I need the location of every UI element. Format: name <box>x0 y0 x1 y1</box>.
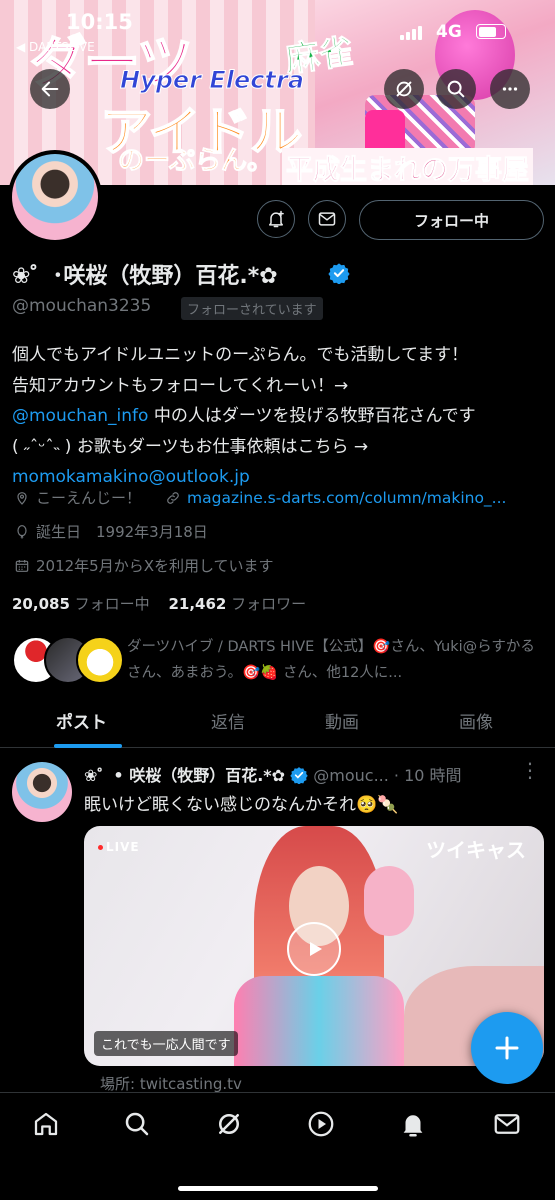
battery-icon <box>476 24 506 39</box>
post-timestamp: · 10 時間 <box>393 766 462 785</box>
verified-badge-icon <box>290 767 308 785</box>
arrow-left-icon <box>41 81 59 97</box>
play-button[interactable] <box>287 922 341 976</box>
post-author-name[interactable]: ❀゜• 咲桜（牧野）百花.*✿ <box>84 766 285 785</box>
notifications-icon[interactable] <box>398 1109 428 1139</box>
notify-button[interactable] <box>257 200 295 238</box>
messages-icon[interactable] <box>492 1109 522 1139</box>
location-text: こーえんじー！ <box>36 489 142 507</box>
following-button[interactable]: フォロー中 <box>359 200 544 240</box>
search-icon[interactable] <box>122 1109 152 1139</box>
profile-tabs: ポスト 返信 動画 画像 <box>0 700 555 748</box>
play-icon[interactable] <box>306 1109 336 1139</box>
follow-counts: 20,085 フォロー中 21,462 フォロワー <box>12 593 306 614</box>
more-button[interactable] <box>490 69 530 109</box>
website-link[interactable]: magazine.s-darts.com/column/makino_... <box>187 489 506 507</box>
birthday-row: 誕生日 1992年3月18日 <box>14 521 208 542</box>
home-indicator <box>178 1186 378 1191</box>
signal-icon <box>400 26 422 40</box>
verified-badge-icon[interactable] <box>328 262 350 284</box>
followed-by-text[interactable]: ダーツハイブ / DARTS HIVE【公式】🎯さん、Yuki@らすかるさん、あ… <box>127 634 547 686</box>
following-link[interactable]: 20,085 フォロー中 <box>12 595 150 613</box>
bio-line: 個人でもアイドルユニットのーぷらん。でも活動してます！ <box>12 345 469 365</box>
status-time: 10:15 <box>66 10 133 34</box>
tab-images[interactable]: 画像 <box>459 708 493 733</box>
profile-avatar[interactable] <box>8 150 102 244</box>
post-more-icon[interactable]: ⋮ <box>520 758 540 782</box>
following-count: 20,085 <box>12 595 70 613</box>
twitcasting-logo: ツイキャス <box>426 838 526 862</box>
media-source[interactable]: 場所: twitcasting.tv <box>100 1073 242 1094</box>
followers-label: フォロワー <box>231 595 307 613</box>
banner-title-heisei: 平成生まれの万事屋 <box>282 148 533 185</box>
more-icon <box>502 87 518 91</box>
location-icon <box>17 491 27 505</box>
grok-icon[interactable] <box>214 1109 244 1139</box>
network-type: 4G <box>436 22 462 42</box>
grok-icon <box>396 81 412 97</box>
back-to-app-link[interactable]: ◀ DARTSLIVE <box>16 40 95 54</box>
bio-line: 告知アカウントもフォローしてくれーい！→ <box>12 375 349 396</box>
plus-icon <box>495 1036 519 1060</box>
live-badge: LIVE <box>98 840 140 854</box>
post-header: ❀゜• 咲桜（牧野）百花.*✿ @mouc... · 10 時間 <box>84 762 462 786</box>
tab-videos[interactable]: 動画 <box>325 708 359 733</box>
media-caption: これでも一応人間です <box>94 1031 238 1056</box>
calendar-icon <box>15 559 29 572</box>
status-bar: 10:15 ◀ DARTSLIVE 4G <box>0 0 555 60</box>
bio-mention-link[interactable]: @mouchan_info <box>12 406 148 426</box>
compose-button[interactable] <box>471 1012 543 1084</box>
followers-link[interactable]: 21,462 フォロワー <box>168 595 306 613</box>
birthday-text: 誕生日 1992年3月18日 <box>36 523 208 541</box>
follows-you-badge: フォローされています <box>181 297 323 320</box>
bio-line: 中の人はダーツを投げる牧野百花さんです <box>148 406 476 426</box>
post-author-handle[interactable]: @mouc... <box>313 766 389 785</box>
post-avatar[interactable] <box>12 762 72 822</box>
back-button[interactable] <box>30 69 70 109</box>
message-button[interactable] <box>308 200 346 238</box>
followers-count: 21,462 <box>168 595 227 613</box>
location-row: こーえんじー！ magazine.s-darts.com/column/maki… <box>14 487 506 508</box>
play-icon <box>310 942 322 956</box>
tab-posts[interactable]: ポスト <box>56 708 107 733</box>
active-tab-indicator <box>54 744 122 748</box>
home-icon[interactable] <box>31 1109 61 1139</box>
avatar-image <box>12 154 98 240</box>
search-icon <box>447 80 465 98</box>
profile-bio: 個人でもアイドルユニットのーぷらん。でも活動してます！ 告知アカウントもフォロー… <box>12 340 547 493</box>
profile-handle: @mouchan3235 <box>12 296 152 316</box>
bell-plus-icon <box>269 210 284 228</box>
followed-by-avatars[interactable] <box>12 636 124 684</box>
avatar <box>76 636 124 684</box>
link-icon <box>167 491 179 504</box>
post-text: 眠いけど眠くない感じのなんかそれ🥺🍡 <box>84 795 399 815</box>
grok-button[interactable] <box>384 69 424 109</box>
bottom-navigation <box>0 1092 555 1200</box>
media-headphones <box>364 866 414 936</box>
media-dress <box>234 976 404 1066</box>
tab-replies[interactable]: 返信 <box>211 708 245 733</box>
following-label: フォロー中 <box>74 595 150 613</box>
joined-text: 2012年5月からXを利用しています <box>36 557 274 575</box>
balloon-icon <box>17 524 27 539</box>
search-button[interactable] <box>436 69 476 109</box>
bio-line: ( ˶ˆᵕˆ˵ ) お歌もダーツもお仕事依頼はこちら → <box>12 436 369 457</box>
banner-title-noplan: のーぷらん。 <box>118 146 274 177</box>
mail-icon <box>318 212 336 226</box>
display-name: ❀゜･咲桜（牧野）百花.*✿ <box>12 264 278 289</box>
joined-row: 2012年5月からXを利用しています <box>14 555 274 576</box>
